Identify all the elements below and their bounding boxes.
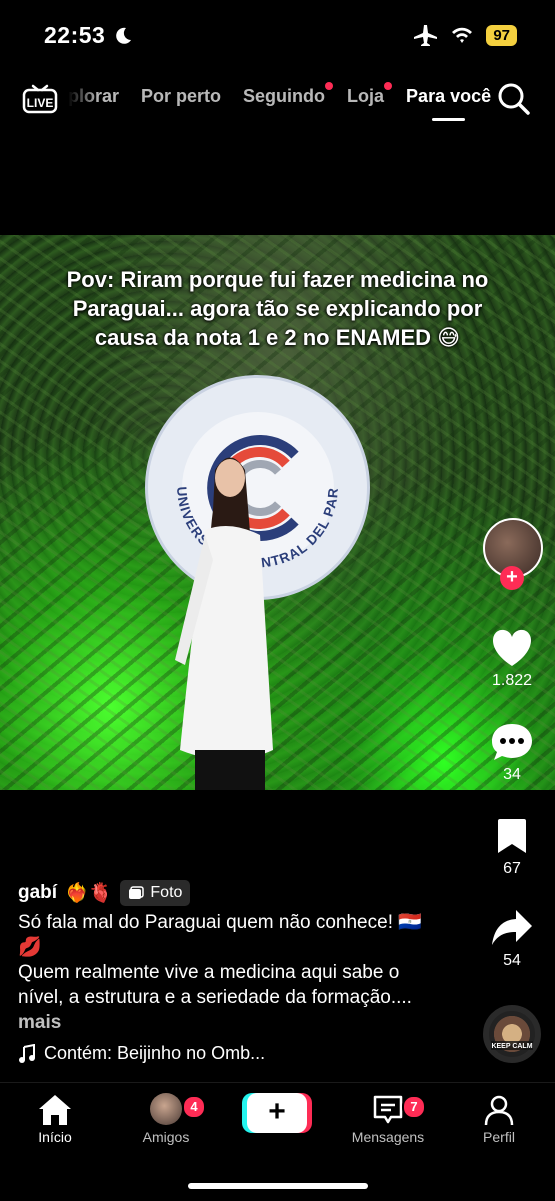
live-icon[interactable]: LIVE (22, 80, 58, 116)
tab-para-voce[interactable]: Para você (406, 86, 491, 121)
music-note-icon (19, 1043, 35, 1063)
profile-icon (484, 1095, 514, 1126)
status-icons: 97 (414, 24, 517, 46)
notification-dot (384, 82, 393, 90)
photo-badge: Foto (120, 880, 191, 906)
tab-loja[interactable]: Loja (347, 82, 393, 107)
music-info[interactable]: Contém: Beijinho no Omb... (18, 1043, 265, 1064)
person-figure (175, 457, 273, 790)
notification-dot (325, 82, 334, 90)
nav-friends[interactable]: Amigos 4 (136, 1093, 206, 1145)
status-time: 22:53 (44, 22, 133, 49)
share-button[interactable]: 54 (477, 908, 547, 970)
airplane-icon (414, 25, 438, 46)
battery-indicator: 97 (486, 24, 517, 46)
messages-badge: 7 (402, 1095, 426, 1119)
music-disc-text: KEEP CALM (491, 1043, 532, 1050)
home-icon (39, 1095, 71, 1125)
photo-badge-label: Foto (150, 884, 183, 901)
post-description[interactable]: Só fala mal do Paraguai quem não conhece… (18, 910, 448, 1035)
heart-icon (493, 629, 531, 666)
nav-profile[interactable]: Perfil (474, 1093, 524, 1145)
description-line-2: Quem realmente vive a medicina aqui sabe… (18, 962, 412, 1008)
post-photo[interactable]: UNIVERSIDAD CENTRAL DEL PARAGUAY Pov: Ri… (0, 235, 555, 790)
more-link[interactable]: mais (18, 1012, 61, 1033)
description-line-1: Só fala mal do Paraguai quem não conhece… (18, 912, 422, 958)
nav-profile-label: Perfil (483, 1129, 515, 1145)
create-button[interactable]: + (247, 1093, 307, 1133)
inbox-icon (373, 1095, 403, 1124)
home-indicator (188, 1183, 368, 1189)
music-disc-label: KEEP CALM (491, 1041, 533, 1050)
like-button[interactable]: 1.822 (477, 628, 547, 690)
save-count: 67 (503, 860, 521, 877)
nav-friends-label: Amigos (142, 1129, 190, 1145)
author-emojis: ❤️‍🔥🫀 (65, 883, 113, 904)
share-count: 54 (503, 952, 521, 969)
bookmark-icon (498, 819, 526, 853)
author-name[interactable]: gabí (18, 882, 57, 904)
friends-badge: 4 (182, 1095, 206, 1119)
photo-icon (129, 886, 145, 899)
comment-count: 34 (503, 766, 521, 783)
like-count: 1.822 (491, 672, 533, 689)
top-tabs: plorar Por perto Seguindo Loja Para você (68, 82, 491, 121)
moon-icon (116, 27, 132, 44)
nav-messages[interactable]: Mensagens 7 (346, 1093, 430, 1145)
nav-home[interactable]: Início (28, 1093, 82, 1145)
nav-messages-label: Mensagens (351, 1129, 425, 1145)
wifi-icon (452, 27, 473, 43)
author-row: gabí ❤️‍🔥🫀 Foto (18, 880, 191, 906)
search-icon[interactable] (497, 82, 531, 116)
tab-seguindo[interactable]: Seguindo (243, 82, 334, 107)
comment-button[interactable]: 34 (477, 722, 547, 784)
live-label: LIVE (27, 96, 54, 110)
bookmark-button[interactable]: 67 (477, 816, 547, 878)
friends-avatar (150, 1093, 182, 1125)
tab-por-perto[interactable]: Por perto (141, 86, 221, 107)
nav-home-label: Início (38, 1129, 72, 1145)
comment-icon (492, 724, 532, 760)
share-icon (492, 910, 532, 945)
tab-explorar[interactable]: plorar (68, 86, 119, 107)
follow-button[interactable]: + (500, 566, 524, 590)
photo-caption-overlay: Pov: Riram porque fui fazer medicina no … (66, 267, 489, 350)
music-disc[interactable]: KEEP CALM (483, 1005, 541, 1063)
music-title: Contém: Beijinho no Omb... (44, 1043, 266, 1063)
